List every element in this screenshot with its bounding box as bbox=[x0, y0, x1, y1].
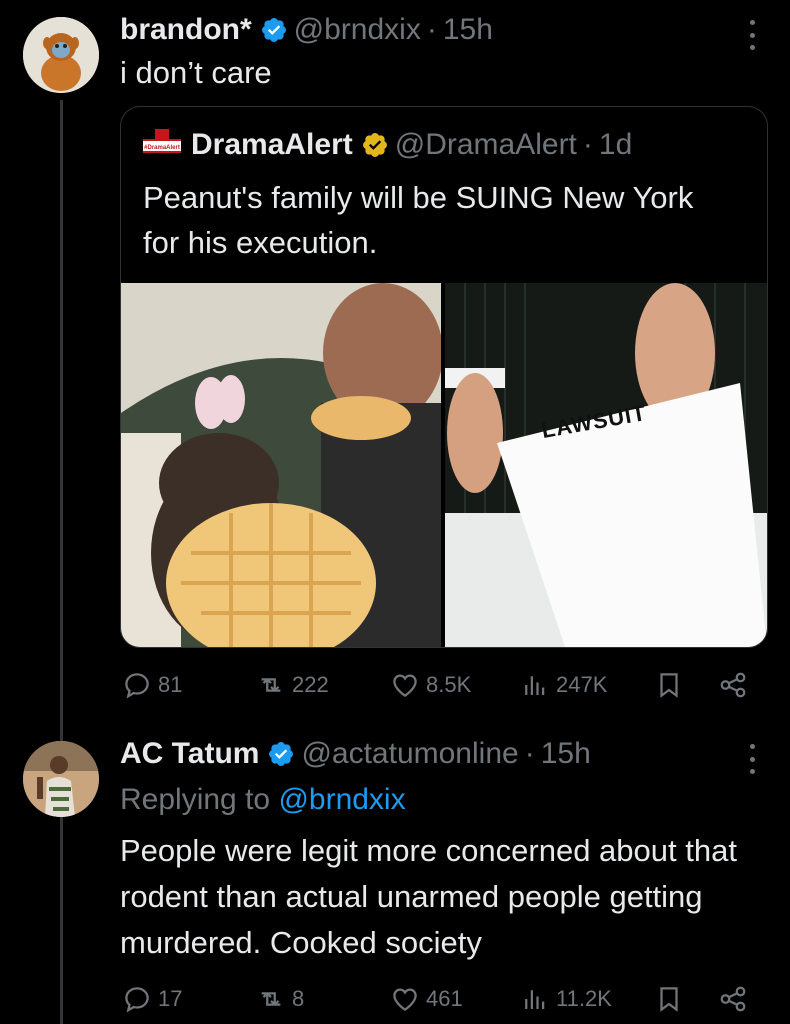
reply-button[interactable]: 17 bbox=[122, 984, 182, 1014]
dramaalert-logo-text: #DramaAlert bbox=[144, 145, 180, 151]
separator-dot: · bbox=[524, 737, 535, 770]
like-icon bbox=[393, 988, 417, 1011]
dramaalert-avatar: #DramaAlert bbox=[143, 127, 181, 165]
monkey-avatar-image bbox=[23, 17, 99, 93]
avatar-actatum[interactable] bbox=[23, 741, 99, 817]
like-count: 8.5K bbox=[426, 672, 472, 697]
bookmark-icon bbox=[660, 987, 678, 1012]
share-button[interactable] bbox=[718, 984, 748, 1014]
bookmark-button[interactable] bbox=[654, 984, 684, 1014]
display-name[interactable]: AC Tatum bbox=[120, 737, 259, 771]
repost-count: 222 bbox=[292, 672, 329, 697]
quote-display-name[interactable]: DramaAlert bbox=[191, 128, 353, 162]
views-icon bbox=[525, 676, 545, 695]
replying-handle-link[interactable]: @brndxix bbox=[278, 783, 405, 816]
verified-blue-icon bbox=[261, 18, 286, 42]
reply-button[interactable]: 81 bbox=[122, 670, 182, 700]
repost-count: 8 bbox=[292, 986, 305, 1011]
reply-icon bbox=[125, 987, 149, 1013]
more-icon[interactable] bbox=[749, 744, 755, 774]
more-icon[interactable] bbox=[749, 20, 755, 50]
reply-count: 81 bbox=[158, 672, 183, 697]
quote-media-lawsuit-image[interactable]: LAWSUIT bbox=[445, 283, 767, 647]
reply-count: 17 bbox=[158, 986, 183, 1011]
avatar-brandon[interactable] bbox=[23, 17, 99, 93]
verified-gold-icon bbox=[362, 133, 387, 157]
tweet1-header: brandon* @brndxix · 15h bbox=[120, 10, 493, 50]
bookmark-button[interactable] bbox=[654, 670, 684, 700]
tweet2-text: People were legit more concerned about t… bbox=[120, 833, 737, 960]
repost-icon bbox=[261, 992, 281, 1006]
replying-prefix: Replying to bbox=[120, 783, 271, 816]
person-avatar-image bbox=[23, 741, 99, 817]
thread-connector-line bbox=[60, 100, 63, 1024]
quote-header: DramaAlert @DramaAlert · 1d bbox=[191, 125, 632, 165]
display-name[interactable]: brandon* bbox=[120, 13, 252, 47]
handle[interactable]: @brndxix bbox=[294, 13, 421, 47]
handle[interactable]: @actatumonline bbox=[301, 737, 518, 771]
views-count: 11.2K bbox=[556, 986, 612, 1011]
bookmark-icon bbox=[660, 673, 678, 698]
quote-text: Peanut's family will be SUING New York f… bbox=[143, 180, 694, 260]
timestamp[interactable]: 15h bbox=[443, 13, 493, 47]
like-button[interactable]: 461 bbox=[390, 984, 463, 1014]
quote-handle[interactable]: @DramaAlert bbox=[395, 128, 577, 162]
repost-button[interactable]: 8 bbox=[256, 984, 304, 1014]
quote-timestamp[interactable]: 1d bbox=[599, 128, 632, 162]
tweet2-header: AC Tatum @actatumonline · 15h bbox=[120, 734, 591, 774]
repost-icon bbox=[261, 678, 281, 692]
replying-to-line: Replying to @brndxix bbox=[120, 780, 406, 820]
share-icon bbox=[720, 986, 746, 1012]
like-button[interactable]: 8.5K bbox=[390, 670, 471, 700]
repost-button[interactable]: 222 bbox=[256, 670, 329, 700]
like-count: 461 bbox=[426, 986, 463, 1011]
views-icon bbox=[525, 990, 545, 1009]
quote-media-squirrel-image[interactable] bbox=[121, 283, 441, 647]
tweet1-text: i don’t care bbox=[120, 55, 272, 90]
quoted-tweet-card[interactable]: #DramaAlert DramaAlert @DramaAlert · 1d … bbox=[120, 106, 768, 648]
separator-dot: · bbox=[426, 13, 437, 46]
views-button[interactable]: 247K bbox=[520, 670, 607, 700]
share-button[interactable] bbox=[718, 670, 748, 700]
like-icon bbox=[393, 674, 417, 697]
views-button[interactable]: 11.2K bbox=[520, 984, 612, 1014]
verified-blue-icon bbox=[269, 742, 294, 766]
share-icon bbox=[720, 672, 746, 698]
reply-icon bbox=[125, 673, 149, 699]
separator-dot: · bbox=[582, 128, 593, 161]
timestamp[interactable]: 15h bbox=[541, 737, 591, 771]
views-count: 247K bbox=[556, 672, 608, 697]
